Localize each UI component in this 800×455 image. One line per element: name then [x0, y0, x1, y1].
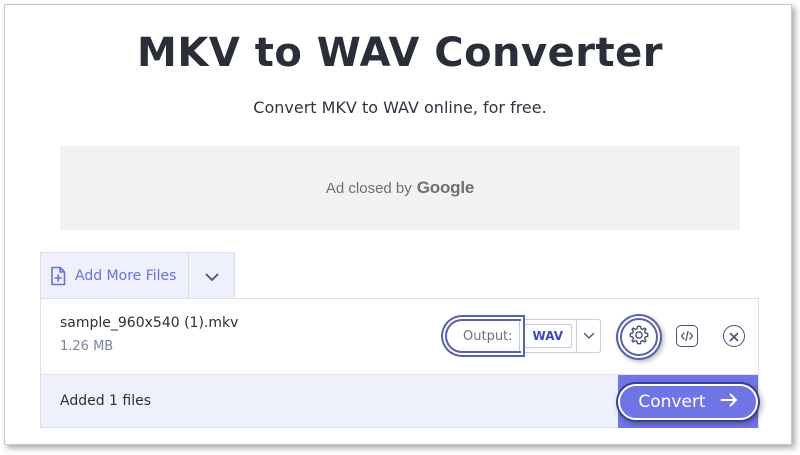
remove-file-button[interactable] — [723, 325, 745, 347]
convert-footer: Added 1 files Convert — [41, 374, 758, 428]
convert-button-inner: Convert — [618, 383, 758, 420]
convert-label: Convert — [638, 391, 706, 412]
page-title: MKV to WAV Converter — [137, 30, 663, 76]
settings-button[interactable] — [620, 318, 658, 356]
file-tab-bar: Add More Files — [40, 252, 236, 299]
output-format-select[interactable]: WAV — [518, 319, 602, 353]
file-list-panel: sample_960x540 (1).mkv 1.26 MB Output: W… — [40, 298, 759, 428]
embed-code-button[interactable] — [676, 325, 698, 347]
ad-brand-logo: Google — [416, 178, 475, 197]
close-icon — [729, 327, 739, 346]
file-row: sample_960x540 (1).mkv 1.26 MB Output: W… — [41, 299, 758, 374]
add-more-files-button[interactable]: Add More Files — [41, 253, 190, 299]
convert-button[interactable]: Convert — [618, 375, 758, 428]
page-subtitle: Convert MKV to WAV online, for free. — [253, 98, 547, 117]
arrow-right-icon — [720, 392, 738, 411]
file-name: sample_960x540 (1).mkv — [60, 315, 239, 331]
code-icon — [680, 327, 694, 346]
ad-closed-text: Ad closed by — [325, 179, 412, 197]
output-format-value[interactable]: WAV — [523, 324, 573, 348]
output-format-group: Output: WAV — [445, 319, 602, 353]
ad-placeholder: Ad closed by Google — [60, 146, 740, 230]
format-chevron-down-icon[interactable] — [576, 320, 600, 352]
file-plus-icon — [49, 266, 67, 286]
add-source-dropdown[interactable] — [189, 253, 234, 299]
files-added-status: Added 1 files — [60, 393, 152, 409]
add-more-files-label: Add More Files — [75, 268, 177, 284]
chevron-down-icon — [205, 267, 219, 286]
gear-icon — [628, 324, 650, 350]
output-label: Output: — [445, 319, 521, 353]
file-size: 1.26 MB — [60, 339, 114, 354]
